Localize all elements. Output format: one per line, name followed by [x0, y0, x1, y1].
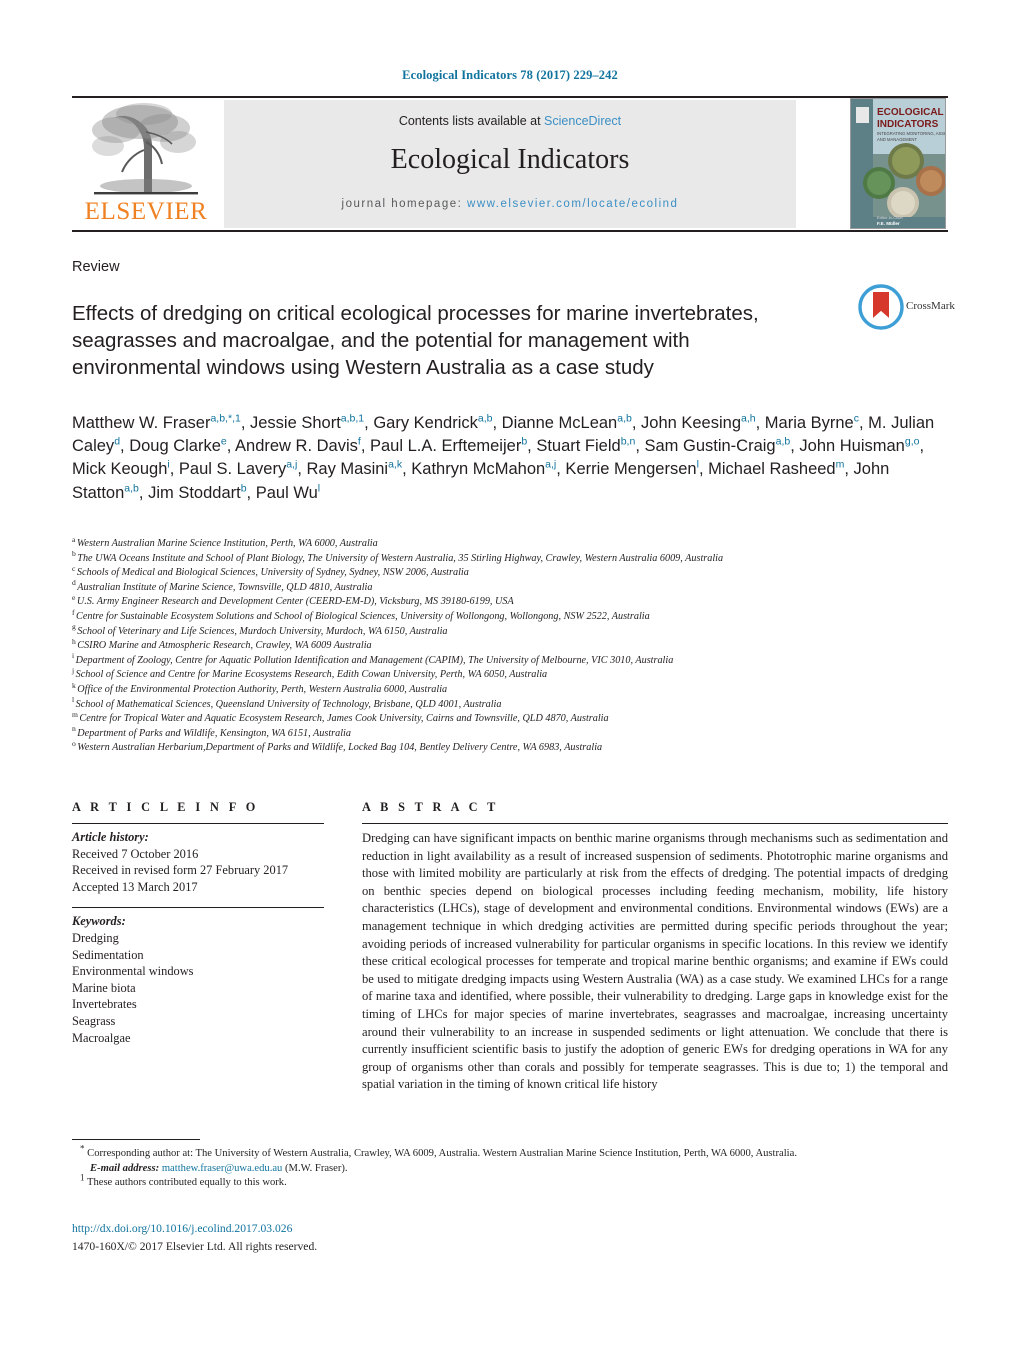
corresponding-author-footnote: * Corresponding author at: The Universit… [72, 1144, 952, 1176]
affiliation-text: U.S. Army Engineer Research and Developm… [76, 596, 514, 608]
sciencedirect-link[interactable]: ScienceDirect [544, 114, 621, 128]
affiliation-item: c Schools of Medical and Biological Scien… [72, 564, 952, 581]
journal-cover-thumbnail: ECOLOGICAL INDICATORS INTEGRATING MONITO… [850, 98, 946, 229]
svg-text:AND MANAGEMENT: AND MANAGEMENT [877, 137, 917, 142]
journal-band: Contents lists available at ScienceDirec… [224, 100, 796, 228]
keyword-item: Seagrass [72, 1013, 116, 1028]
affiliation-item: d Australian Institute of Marine Science,… [72, 579, 952, 596]
affiliation-text: Centre for Tropical Water and Aquatic Ec… [79, 713, 609, 725]
article-type-label: Review [72, 259, 120, 275]
svg-text:Editor-in-Chief: Editor-in-Chief [877, 215, 903, 220]
affiliation-text: School of Science and Centre for Marine … [75, 669, 548, 681]
crossmark-badge[interactable]: CrossMark [858, 284, 958, 334]
copyright-line: 1470-160X/© 2017 Elsevier Ltd. All right… [72, 1240, 318, 1253]
article-info-column: A R T I C L E I N F O Article history: R… [72, 800, 324, 1046]
corresponding-author-mark: * [80, 1143, 85, 1154]
keyword-items: Dredging Sedimentation Environmental windo… [72, 930, 324, 1046]
journal-masthead: ELSEVIER Contents lists available at Sci… [72, 96, 948, 232]
svg-text:INDICATORS: INDICATORS [877, 119, 939, 130]
article-info-heading: A R T I C L E I N F O [72, 800, 259, 814]
article-history-item: Accepted 13 March 2017 [72, 879, 198, 894]
contents-available-line: Contents lists available at ScienceDirec… [224, 114, 796, 128]
svg-text:INTEGRATING MONITORING, ASSESS: INTEGRATING MONITORING, ASSESSMENT [877, 131, 946, 136]
keywords-block: Keywords: Dredging Sedimentation Environme… [72, 908, 324, 1046]
affiliation-item: m Centre for Tropical Water and Aquatic E… [72, 710, 952, 727]
contents-prefix: Contents lists available at [398, 114, 545, 128]
abstract-column: A B S T R A C T Dredging can have signif… [362, 800, 948, 1094]
affiliation-list: a Western Australian Marine Science Insti… [72, 535, 952, 756]
affiliation-item: a Western Australian Marine Science Insti… [72, 535, 952, 552]
affiliation-item: h CSIRO Marine and Atmospheric Research, … [72, 637, 952, 654]
keyword-item: Invertebrates [72, 997, 137, 1012]
elsevier-logo: ELSEVIER [72, 100, 220, 228]
affiliation-item: j School of Science and Centre for Marine… [72, 667, 952, 683]
affiliation-item: k Office of the Environmental Protection … [72, 681, 952, 698]
abstract-heading: A B S T R A C T [362, 800, 499, 814]
affiliation-item: e U.S. Army Engineer Research and Develop… [72, 594, 952, 610]
affiliation-item: o Western Australian Herbarium,Department… [72, 740, 952, 756]
abstract-text: Dredging can have significant impacts on… [362, 831, 948, 1092]
affiliation-text: Western Australian Herbarium,Department … [77, 742, 603, 754]
running-head: Ecological Indicators 78 (2017) 229–242 [402, 68, 618, 82]
article-first-page: Ecological Indicators 78 (2017) 229–242 [0, 0, 1020, 1351]
svg-text:ECOLOGICAL: ECOLOGICAL [877, 107, 944, 118]
elsevier-wordmark: ELSEVIER [84, 198, 208, 225]
affiliation-text: Western Australian Marine Science Instit… [76, 538, 378, 549]
author-list: Matthew W. Frasera,b,*,1, Jessie Shorta,… [72, 412, 935, 502]
affiliation-item: g School of Veterinary and Life Sciences,… [72, 623, 952, 640]
affiliation-text: Department of Parks and Wildlife, Kensin… [77, 727, 351, 739]
affiliation-text: School of Veterinary and Life Sciences, … [77, 625, 448, 637]
affiliation-text: The UWA Oceans Institute and School of P… [77, 552, 724, 564]
email-link[interactable]: matthew.fraser@uwa.edu.au [162, 1163, 283, 1174]
svg-text:F.E. Müller: F.E. Müller [877, 221, 900, 226]
email-suffix: (M.W. Fraser). [285, 1162, 348, 1174]
email-label: E-mail address: [90, 1162, 160, 1174]
article-history-items: Received 7 October 2016 Received in revis… [72, 846, 324, 896]
affiliation-text: Schools of Medical and Biological Scienc… [76, 567, 469, 579]
equal-contribution-mark: 1 [80, 1172, 85, 1183]
affiliation-text: CSIRO Marine and Atmospheric Research, C… [77, 640, 372, 652]
crossmark-label: CrossMark [906, 300, 955, 312]
journal-title: Ecological Indicators [390, 144, 630, 175]
affiliation-item: b The UWA Oceans Institute and School of … [72, 550, 952, 567]
homepage-prefix: journal homepage: [341, 198, 463, 210]
footnote-separator [72, 1139, 200, 1140]
keywords-label: Keywords: [72, 914, 126, 929]
article-history-label: Article history: [72, 830, 149, 844]
affiliation-text: Office of the Environmental Protection A… [77, 683, 448, 695]
equal-contribution-footnote: 1 These authors contributed equally to t… [72, 1172, 952, 1191]
article-history-block: Article history: Received 7 October 2016… [72, 824, 324, 895]
homepage-url[interactable]: www.elsevier.com/locate/ecolind [467, 198, 678, 210]
affiliation-text: Australian Institute of Marine Science, … [77, 581, 373, 593]
journal-homepage-line: journal homepage: www.elsevier.com/locat… [224, 198, 796, 210]
keyword-item: Marine biota [72, 980, 136, 995]
page-title: Effects of dredging on critical ecologic… [72, 301, 759, 379]
affiliation-item: n Department of Parks and Wildlife, Kensi… [72, 725, 952, 742]
keyword-item: Environmental windows [72, 964, 194, 979]
keyword-item: Sedimentation [72, 947, 144, 962]
equal-contribution-text: These authors contributed equally to thi… [86, 1177, 287, 1189]
doi-link[interactable]: http://dx.doi.org/10.1016/j.ecolind.2017… [72, 1222, 292, 1235]
affiliation-text: Centre for Sustainable Ecosystem Solutio… [76, 610, 650, 622]
article-history-item: Received 7 October 2016 [72, 846, 199, 861]
corresponding-author-text: Corresponding author at: The University … [87, 1148, 797, 1159]
affiliation-item: i Department of Zoology, Centre for Aquat… [72, 652, 952, 669]
keyword-item: Dredging [72, 930, 119, 945]
footnotes: * Corresponding author at: The Universit… [72, 1144, 952, 1191]
affiliation-text: Department of Zoology, Centre for Aquati… [75, 654, 674, 666]
elsevier-tree-icon [86, 102, 206, 198]
article-history-item: Received in revised form 27 February 201… [72, 863, 289, 878]
crossmark-icon [858, 284, 904, 330]
keyword-item: Macroalgae [72, 1030, 131, 1045]
affiliation-text: School of Mathematical Sciences, Queensl… [75, 698, 502, 710]
affiliation-item: f Centre for Sustainable Ecosystem Soluti… [72, 608, 952, 625]
affiliation-item: l School of Mathematical Sciences, Queens… [72, 696, 952, 713]
